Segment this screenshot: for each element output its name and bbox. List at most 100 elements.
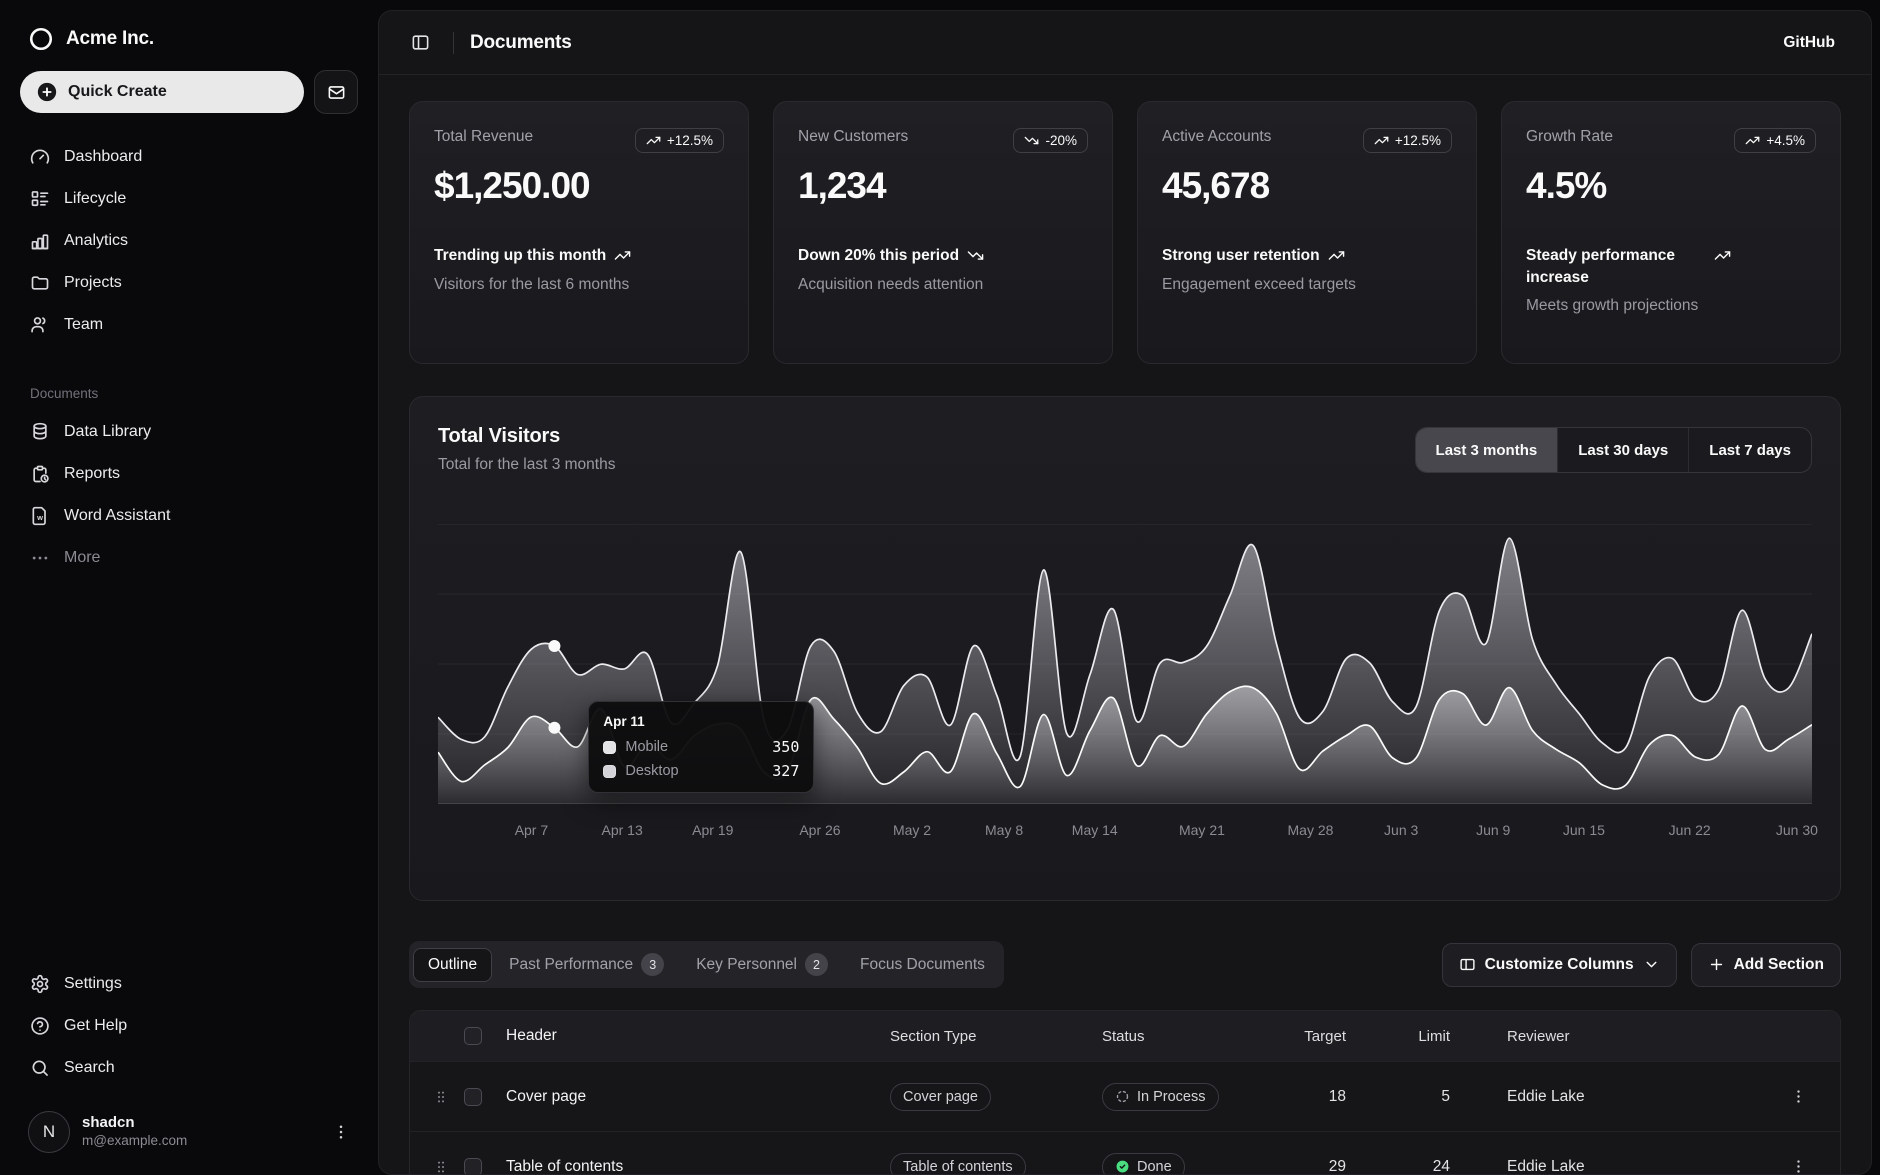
sidebar-item-label: Settings — [64, 975, 122, 993]
sidebar-item-reports[interactable]: Reports — [20, 453, 358, 495]
row-limit-cell[interactable]: 24 — [1346, 1158, 1450, 1175]
sidebar-item-dashboard[interactable]: Dashboard — [20, 136, 358, 178]
row-checkbox[interactable] — [464, 1088, 482, 1106]
sidebar-item-team[interactable]: Team — [20, 304, 358, 346]
select-all-checkbox[interactable] — [464, 1027, 482, 1045]
tooltip-row-mobile: Mobile 350 — [603, 738, 799, 756]
sidebar-item-label: Lifecycle — [64, 190, 126, 208]
drag-handle[interactable] — [424, 1089, 458, 1105]
card-top: New Customers -20% — [798, 128, 1088, 153]
range-last-30-days[interactable]: Last 30 days — [1557, 428, 1688, 472]
chart-tooltip: Apr 11 Mobile 350 Desktop 327 — [588, 701, 814, 793]
sidebar-item-get-help[interactable]: Get Help — [20, 1005, 358, 1047]
file-word-icon — [30, 506, 50, 526]
row-target-cell[interactable]: 29 — [1254, 1158, 1346, 1175]
stat-title: New Customers — [798, 128, 908, 146]
x-axis-ticks: Apr 7 Apr 13 Apr 19 Apr 26 May 2 May 8 M… — [438, 816, 1812, 842]
row-menu-button[interactable] — [1782, 1151, 1814, 1175]
tooltip-row-desktop: Desktop 327 — [603, 762, 799, 780]
sidebar-item-analytics[interactable]: Analytics — [20, 220, 358, 262]
column-header: Header — [506, 1027, 890, 1045]
x-tick: Jun 9 — [1476, 822, 1510, 838]
range-last-3-months[interactable]: Last 3 months — [1416, 428, 1558, 472]
sidebar-item-search[interactable]: Search — [20, 1047, 358, 1089]
sidebar-item-label: Data Library — [64, 423, 151, 441]
x-tick: Apr 13 — [601, 822, 642, 838]
quick-create-row: Quick Create — [20, 70, 358, 114]
tab-label: Key Personnel — [696, 956, 797, 974]
column-status: Status — [1102, 1028, 1254, 1045]
range-last-7-days[interactable]: Last 7 days — [1688, 428, 1811, 472]
trending-up-icon — [1374, 133, 1389, 148]
x-tick: Jun 22 — [1669, 822, 1711, 838]
sidebar-toggle-button[interactable] — [403, 26, 437, 60]
table-row[interactable]: Table of contents Table of contents Done… — [410, 1131, 1840, 1175]
mail-icon — [327, 83, 346, 102]
brand-name: Acme Inc. — [66, 28, 154, 50]
row-target-cell[interactable]: 18 — [1254, 1088, 1346, 1106]
tab-key-personnel[interactable]: Key Personnel 2 — [681, 945, 843, 984]
tab-count-badge: 3 — [641, 953, 664, 976]
row-status-cell: In Process — [1102, 1083, 1254, 1111]
trend-badge: +4.5% — [1734, 128, 1816, 153]
stat-value: 1,234 — [798, 165, 1088, 207]
column-section-type: Section Type — [890, 1028, 1102, 1045]
sidebar-item-word-assistant[interactable]: Word Assistant — [20, 495, 358, 537]
sidebar-item-label: Word Assistant — [64, 507, 170, 525]
row-header-cell[interactable]: Table of contents — [506, 1158, 890, 1175]
plus-icon — [1708, 956, 1725, 973]
sidebar-nav-footer: Settings Get Help Search — [20, 963, 358, 1089]
table-row[interactable]: Cover page Cover page In Process 18 5 Ed… — [410, 1061, 1840, 1131]
add-section-label: Add Section — [1734, 956, 1824, 974]
sidebar-nav-main: Dashboard Lifecycle Analytics Projects T… — [20, 136, 358, 346]
tab-past-performance[interactable]: Past Performance 3 — [494, 945, 679, 984]
sidebar-item-projects[interactable]: Projects — [20, 262, 358, 304]
tooltip-series-label: Mobile — [625, 739, 763, 755]
inbox-button[interactable] — [314, 70, 358, 114]
gauge-icon — [30, 147, 50, 167]
mobile-swatch — [603, 741, 616, 754]
add-section-button[interactable]: Add Section — [1691, 943, 1841, 987]
ellipsis-icon — [30, 548, 50, 568]
quick-create-button[interactable]: Quick Create — [20, 71, 304, 113]
tab-count-badge: 2 — [805, 953, 828, 976]
list-details-icon — [30, 189, 50, 209]
sidebar-item-lifecycle[interactable]: Lifecycle — [20, 178, 358, 220]
sidebar-item-label: Projects — [64, 274, 122, 292]
tooltip-series-value: 327 — [772, 762, 799, 780]
row-checkbox[interactable] — [464, 1158, 482, 1175]
visitors-area-chart[interactable]: Apr 11 Mobile 350 Desktop 327 — [438, 524, 1812, 804]
row-menu-button[interactable] — [1782, 1081, 1814, 1113]
brand[interactable]: Acme Inc. — [20, 18, 358, 70]
ellipsis-vertical-icon — [1790, 1088, 1807, 1105]
tab-outline[interactable]: Outline — [413, 948, 492, 982]
trending-up-icon — [1714, 247, 1731, 264]
sidebar-item-more[interactable]: More — [20, 537, 358, 579]
tab-label: Outline — [428, 956, 477, 974]
tab-focus-documents[interactable]: Focus Documents — [845, 948, 1000, 982]
tab-label: Focus Documents — [860, 956, 985, 974]
trend-badge: +12.5% — [635, 128, 724, 153]
row-reviewer-cell[interactable]: Eddie Lake — [1450, 1088, 1770, 1106]
sidebar-item-settings[interactable]: Settings — [20, 963, 358, 1005]
row-reviewer-cell[interactable]: Eddie Lake — [1450, 1158, 1770, 1175]
sidebar-item-data-library[interactable]: Data Library — [20, 411, 358, 453]
stat-footer-text: Trending up this month — [434, 245, 606, 267]
sidebar-item-label: Analytics — [64, 232, 128, 250]
customize-columns-button[interactable]: Customize Columns — [1442, 943, 1677, 987]
sidebar: Acme Inc. Quick Create Dashboard Lifecyc… — [0, 0, 378, 1175]
customize-columns-label: Customize Columns — [1485, 956, 1634, 974]
loader-icon — [1115, 1089, 1130, 1104]
user-name: shadcn — [82, 1114, 320, 1133]
stat-cards: Total Revenue +12.5% $1,250.00 Trending … — [409, 101, 1841, 364]
sidebar-item-label: Search — [64, 1059, 115, 1077]
chevron-down-icon — [1643, 956, 1660, 973]
row-header-cell[interactable]: Cover page — [506, 1088, 890, 1106]
github-link[interactable]: GitHub — [1771, 26, 1847, 60]
range-toggle-group: Last 3 months Last 30 days Last 7 days — [1415, 427, 1812, 473]
row-limit-cell[interactable]: 5 — [1346, 1088, 1450, 1106]
tab-label: Past Performance — [509, 956, 633, 974]
x-tick: May 14 — [1072, 822, 1118, 838]
drag-handle[interactable] — [424, 1159, 458, 1175]
user-menu[interactable]: N shadcn m@example.com — [20, 1103, 358, 1161]
